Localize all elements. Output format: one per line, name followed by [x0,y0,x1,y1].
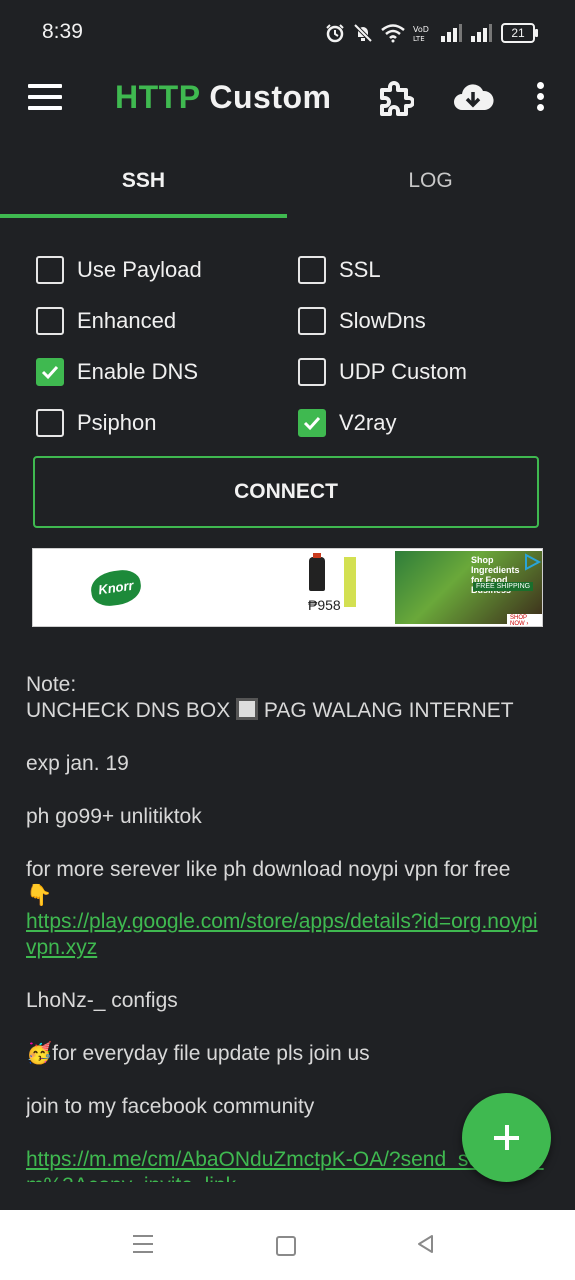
add-config-button[interactable] [462,1093,551,1182]
checkbox-glyph-icon [236,698,259,720]
connect-button[interactable]: CONNECT [33,456,539,528]
option-label: Enable DNS [77,359,199,384]
option-ssl[interactable]: SSL [298,250,381,290]
system-nav-bar [0,1210,575,1280]
option-enhanced[interactable]: Enhanced [36,301,176,341]
option-v2ray[interactable]: V2ray [298,403,396,443]
notes-configs: LhoNz-_ configs [26,989,178,1012]
app-bar: HTTP Custom [0,64,575,134]
checkbox-v2ray[interactable] [298,409,326,437]
tab-log[interactable]: LOG [287,144,574,218]
status-time: 8:39 [42,20,83,43]
notes-update: for everyday file update pls join us [52,1042,370,1065]
checkmark-icon [303,416,321,431]
cloud-download-icon[interactable] [452,80,494,118]
hamburger-menu-icon[interactable] [28,84,62,112]
app-title-custom: Custom [209,79,332,115]
party-face-icon: 🥳 [26,1042,53,1065]
tab-bar: SSH LOG [0,144,575,218]
battery-indicator: 21 [501,23,538,43]
option-label: Use Payload [77,257,202,282]
notes-promo: ph go99+ unlitiktok [26,805,202,828]
playstore-link[interactable]: https://play.google.com/store/apps/detai… [26,910,538,959]
config-notes: Note: UNCHECK DNS BOX PAG WALANG INTERNE… [26,672,546,1182]
wifi-icon [381,24,405,43]
tab-ssh[interactable]: SSH [0,144,287,218]
back-icon[interactable] [416,1234,436,1254]
notes-more-block: for more serever like ph download noypi … [26,857,546,961]
notes-heading-block: Note: UNCHECK DNS BOX PAG WALANG INTERNE… [26,672,546,724]
option-label: Enhanced [77,308,177,333]
checkbox-ssl[interactable] [298,256,326,284]
svg-text:LTE: LTE [413,35,425,43]
volte-icon: VoD LTE [413,25,429,43]
app-title-http: HTTP [115,79,200,115]
checkbox-use-payload[interactable] [36,256,64,284]
home-icon[interactable] [276,1236,296,1256]
puzzle-piece-icon[interactable] [376,80,414,118]
checkbox-psiphon[interactable] [36,409,64,437]
ad-cta: SHOP NOW › [507,614,542,626]
option-label: V2ray [339,410,397,435]
notifications-off-icon [353,23,373,43]
option-udp-custom[interactable]: UDP Custom [298,352,467,392]
svg-text:VoD: VoD [413,25,429,34]
ad-banner[interactable]: Knorr ₱958 Shop Ingredients for Food Bus… [32,548,543,627]
ad-choices-icon[interactable] [523,553,543,571]
recents-icon[interactable] [133,1235,153,1253]
option-slowdns[interactable]: SlowDns [298,301,426,341]
signal-icon-1 [441,24,462,42]
checkmark-icon [41,365,59,380]
notes-update-block: 🥳for everyday file update pls join us [26,1041,546,1067]
option-enable-dns[interactable]: Enable DNS [36,352,198,392]
ad-shipping-badge: FREE SHIPPING [473,582,534,591]
ad-product-image [309,553,325,591]
alarm-icon [326,24,344,43]
notes-heading: Note: [26,673,77,696]
option-label: Psiphon [77,410,157,435]
checkbox-slowdns[interactable] [298,307,326,335]
option-use-payload[interactable]: Use Payload [36,250,202,290]
app-title: HTTP Custom [115,79,331,116]
notes-line1-suffix: PAG WALANG INTERNET [263,699,514,722]
status-icons: VoD LTE 21 [325,20,538,46]
notes-line1: UNCHECK DNS BOX [26,699,231,722]
option-psiphon[interactable]: Psiphon [36,403,157,443]
signal-icon-2 [471,24,492,42]
tab-indicator [0,214,287,218]
status-bar: 8:39 VoD LTE 21 [0,0,575,64]
ad-product-image [344,557,356,607]
option-label: SlowDns [339,308,426,333]
ad-price: ₱958 [308,597,341,613]
more-vert-icon[interactable] [530,82,550,116]
checkbox-enable-dns[interactable] [36,358,64,386]
checkbox-udp-custom[interactable] [298,358,326,386]
option-label: SSL [339,257,381,282]
notes-more: for more serever like ph download noypi … [26,858,511,881]
pointing-down-icon: 👇 [26,884,53,907]
checkbox-enhanced[interactable] [36,307,64,335]
option-label: UDP Custom [339,359,467,384]
ad-brand-logo: Knorr [88,567,144,609]
notes-exp: exp jan. 19 [26,752,129,775]
